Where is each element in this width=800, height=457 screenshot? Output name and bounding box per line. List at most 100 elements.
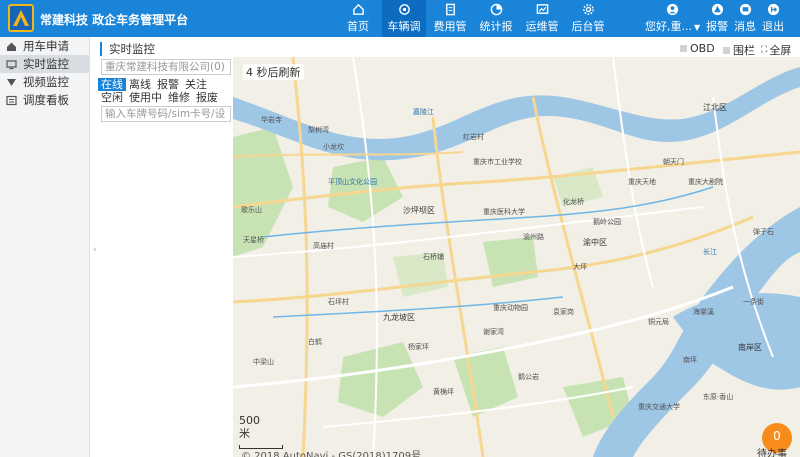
filter-repair[interactable]: 维修 [165,91,193,104]
map-label: 重庆交通大学 [638,403,680,411]
fee-icon [443,3,457,16]
vehicle-panel: 实时监控 重庆常建科技有限公司(0) 在线 离线 报警 关注 空闲 使用中 维修… [92,37,233,457]
nav-admin[interactable]: 后台管 [566,0,610,37]
fullscreen-icon: ⛶ [761,45,768,55]
map-label: 重庆市工业学校 [473,158,522,166]
map-view[interactable]: 华岩寺 梨树湾 小龙坎 平顶山文化公园 歌乐山 天星桥 重庆市工业学校 沙坪坝区… [233,57,800,457]
sidebar-item-car-request[interactable]: 用车申请 [0,37,89,55]
sidebar-item-label: 调度看板 [23,93,69,107]
map-label: 大坪 [573,263,587,271]
map-label: 九龙坡区 [383,313,415,322]
fence-toggle[interactable]: 围栏 [723,42,755,58]
map-label: 东原·香山 [703,393,734,401]
logout-label: 退出 [762,20,785,33]
stats-icon [489,3,503,16]
status-filter-row-1: 在线 离线 报警 关注 [98,78,210,91]
sidebar-item-dispatch-board[interactable]: 调度看板 [0,91,89,109]
map-label: 梨树湾 [308,126,329,134]
nav-home[interactable]: 首页 [336,0,380,37]
plate-search-input[interactable]: 输入车牌号码/sim卡号/设 [101,106,231,122]
messages-label: 消息 [734,20,757,33]
nav-dispatch[interactable]: 车辆调 [382,0,426,37]
fence-checkbox-icon [723,46,730,54]
filter-idle[interactable]: 空闲 [98,91,126,104]
map-label: 渝州路 [523,233,544,241]
collapse-panel-icon[interactable]: ‹ [93,245,97,255]
obd-toggle[interactable]: OBD [680,42,715,55]
map-label: 鹅公岩 [518,373,539,381]
filter-follow[interactable]: 关注 [182,78,210,91]
map-toolbar: OBD 围栏 ⛶ 全屏 [233,37,800,57]
map-label: 歌乐山 [241,206,262,214]
nav-fee[interactable]: 费用管 [428,0,472,37]
alarm-label: 报警 [706,20,729,33]
map-label: 化龙桥 [563,198,584,206]
fence-label: 围栏 [733,44,755,57]
user-icon [666,3,679,16]
nav-stats[interactable]: 统计报 [474,0,518,37]
sidebar-item-label: 用车申请 [23,39,69,53]
map-label: 弹子石 [753,228,774,236]
filter-scrapped[interactable]: 报废 [193,91,221,104]
user-area: 您好,重... ▼ 报警 消息 退出 [642,0,787,37]
map-label: 海棠溪 [693,308,714,316]
map-label: 黄桷坪 [433,388,454,396]
ops-icon [535,3,549,16]
map-label: 长江 [703,248,717,256]
main-nav: 首页 车辆调 费用管 统计报 运维管 后台管 [336,0,612,37]
logo-icon [13,10,29,26]
map-label: 杨家坪 [408,343,429,351]
todo-badge-label: 待办事 [757,449,787,457]
sidebar-item-label: 实时监控 [23,57,69,71]
app-root: 常建科技 政企车务管理平台 首页 车辆调 费用管 统计报 运维管 后台管 您好,… [0,0,800,457]
map-label: 重庆大剧院 [688,178,723,186]
map-label: 重庆医科大学 [483,208,525,216]
map-label: 高庙村 [313,242,334,250]
map-label: 沙坪坝区 [403,206,435,215]
map-label: 铜元局 [648,318,669,326]
map-label: 重庆天地 [628,178,656,186]
nav-admin-label: 后台管 [571,20,605,33]
status-filter-row-2: 空闲 使用中 维修 报废 [98,91,221,104]
fullscreen-label: 全屏 [769,44,792,57]
messages-button[interactable]: 消息 [731,0,759,37]
map-label: 石桥铺 [423,253,444,261]
message-icon [739,3,752,16]
map-label: 红岩村 [463,133,484,141]
logout-button[interactable]: 退出 [759,0,787,37]
nav-ops[interactable]: 运维管 [520,0,564,37]
obd-checkbox-icon [680,45,687,52]
map-copyright: © 2018 AutoNavi - GS(2018)1709号 [241,451,422,457]
sidebar-item-realtime-monitor[interactable]: 实时监控 [0,55,89,73]
obd-label: OBD [690,42,715,55]
filter-offline[interactable]: 离线 [126,78,154,91]
filter-alarm[interactable]: 报警 [154,78,182,91]
map-scale-label: 500 米 [239,414,260,440]
left-sidebar: 用车申请 实时监控 视频监控 调度看板 [0,37,90,457]
chevron-down-icon: ▼ [694,23,701,32]
map-label: 谢家湾 [483,328,504,336]
company-selector[interactable]: 重庆常建科技有限公司(0) [101,59,231,75]
map-label: 南岸区 [738,343,762,352]
nav-ops-label: 运维管 [525,20,559,33]
panel-title: 实时监控 [100,42,155,56]
sidebar-item-video-monitor[interactable]: 视频监控 [0,73,89,91]
map-label: 嘉陵江 [413,108,434,116]
map-label: 华岩寺 [261,116,282,124]
map-label: 中梁山 [253,358,274,366]
monitor-icon [6,59,17,70]
user-menu[interactable]: 您好,重... ▼ [642,0,703,37]
board-icon [6,95,17,106]
nav-home-label: 首页 [347,20,369,33]
map-label: 平顶山文化公园 [328,178,377,186]
sidebar-item-label: 视频监控 [23,75,69,89]
map-label: 鹅岭公园 [593,218,621,226]
map-label: 重庆动物园 [493,304,528,312]
logout-icon [767,3,780,16]
alarm-button[interactable]: 报警 [703,0,731,37]
alarm-icon [711,3,724,16]
home-icon [351,3,365,16]
filter-online[interactable]: 在线 [98,78,126,91]
filter-in-use[interactable]: 使用中 [126,91,165,104]
fullscreen-button[interactable]: ⛶ 全屏 [761,42,791,58]
